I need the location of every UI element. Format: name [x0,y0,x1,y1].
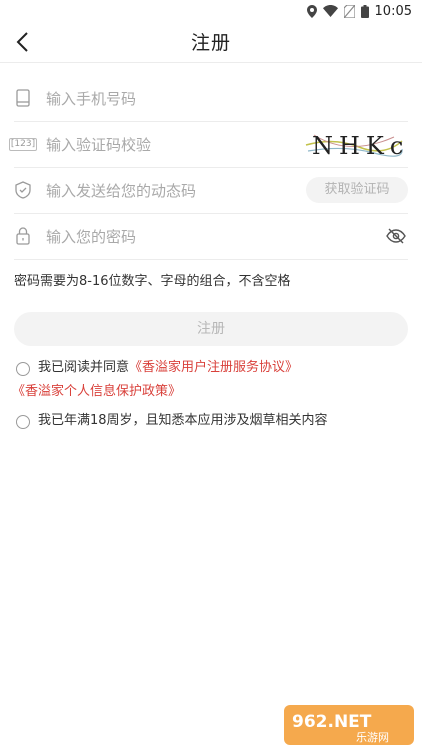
register-button[interactable]: 注册 [14,312,408,346]
no-sim-icon [343,4,355,18]
phone-input[interactable]: 输入手机号码 [46,88,408,109]
sms-code-input[interactable]: 输入发送给您的动态码 [46,180,306,201]
agreement-radio[interactable] [16,362,30,376]
page-title: 注册 [190,32,231,54]
captcha-text: NHKc [312,132,404,160]
captcha-number-icon: [123] [8,137,38,151]
captcha-row[interactable]: [123] 输入验证码校验 NHKc [8,121,408,168]
captcha-input[interactable]: 输入验证码校验 [46,134,304,155]
agreement-text-line2: 《香溢家个人信息保护政策》 [12,381,181,403]
get-code-button[interactable]: 获取验证码 [306,177,408,203]
watermark-brand: 962.NET [292,712,372,732]
sms-code-row[interactable]: 输入发送给您的动态码 获取验证码 [14,167,408,214]
nav-bar: 注册 [0,22,422,63]
user-agreement-link[interactable]: 《香溢家用户注册服务协议》 [129,360,298,375]
location-icon [306,4,317,18]
wifi-icon [322,5,338,17]
site-watermark-logo: 962.NET 乐游网 [284,705,414,745]
age-statement: 我已年满18周岁，且知悉本应用涉及烟草相关内容 [38,413,328,428]
age-radio[interactable] [16,415,30,429]
password-hint: 密码需要为8-16位数字、字母的组合，不含空格 [14,274,291,289]
agreement-text: 我已阅读并同意《香溢家用户注册服务协议》 [38,357,408,379]
phone-row[interactable]: 输入手机号码 [14,75,408,122]
status-bar: 10:05 [0,0,422,22]
password-row[interactable]: 输入您的密码 [14,213,408,260]
eye-off-icon[interactable] [386,228,406,244]
agreement-prefix: 我已阅读并同意 [38,360,130,375]
phone-icon [14,89,32,107]
captcha-image[interactable]: NHKc [304,127,404,161]
watermark-sub: 乐游网 [356,731,389,744]
password-input[interactable]: 输入您的密码 [46,226,386,247]
battery-icon [360,4,369,18]
shield-icon [14,181,32,199]
status-time: 10:05 [374,3,412,19]
privacy-policy-link[interactable]: 《香溢家个人信息保护政策》 [12,384,181,399]
lock-icon [14,227,32,245]
